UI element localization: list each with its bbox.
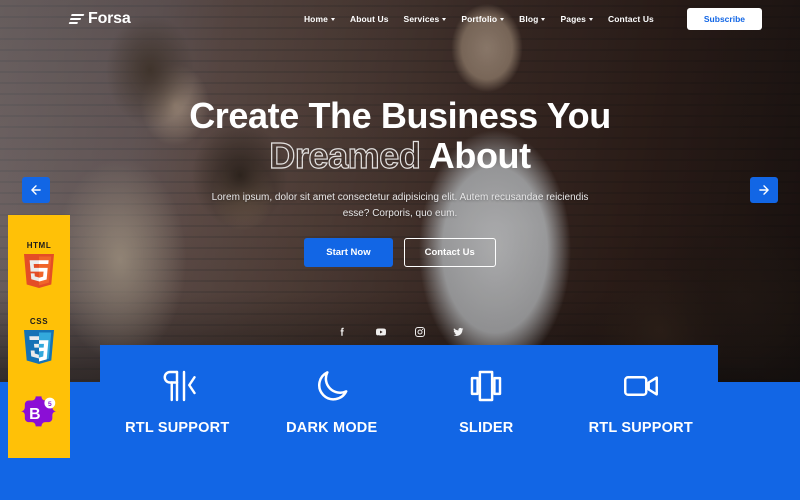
arrow-left-icon bbox=[31, 185, 41, 195]
hero-subtitle: Lorem ipsum, dolor sit amet consectetur … bbox=[211, 192, 589, 219]
brand-logo[interactable]: Forsa bbox=[68, 10, 131, 28]
hero-headline-outlined-word: Dreamed bbox=[269, 134, 422, 176]
svg-text:B: B bbox=[29, 405, 40, 422]
nav-item-pages[interactable]: Pages bbox=[560, 14, 594, 24]
nav-item-contact-us[interactable]: Contact Us bbox=[608, 14, 654, 24]
chevron-down-icon bbox=[541, 17, 546, 21]
nav-item-services-label: Services bbox=[403, 14, 440, 24]
nav-item-blog[interactable]: Blog bbox=[519, 14, 546, 24]
css3-logo bbox=[23, 329, 55, 364]
twitter-icon[interactable] bbox=[452, 325, 465, 343]
css3-caption: CSS bbox=[29, 316, 49, 326]
feature-label: RTL SUPPORT bbox=[588, 420, 693, 436]
stacked-bars-icon bbox=[68, 14, 85, 24]
youtube-icon[interactable] bbox=[374, 325, 388, 343]
bootstrap5-logo: B 5 bbox=[20, 395, 57, 426]
nav-item-services[interactable]: Services bbox=[404, 14, 447, 24]
html5-caption: HTML bbox=[26, 240, 52, 250]
feature-rtl-support-1[interactable]: RTL SUPPORT bbox=[102, 363, 252, 436]
nav-item-blog-label: Blog bbox=[519, 14, 539, 24]
feature-label: SLIDER bbox=[459, 420, 514, 436]
subscribe-button[interactable]: Subscribe bbox=[686, 8, 762, 30]
chevron-down-icon bbox=[330, 17, 335, 21]
feature-panel: RTL SUPPORT DARK MODE SLIDER RTL SUPPORT bbox=[100, 345, 718, 500]
svg-text:5: 5 bbox=[48, 400, 52, 407]
nav-item-pages-label: Pages bbox=[560, 14, 587, 24]
hero-headline-line1: Create The Business You bbox=[189, 95, 611, 136]
hero-content: Create The Business You Dreamed About Lo… bbox=[0, 95, 800, 267]
paragraph-rtl-icon bbox=[156, 363, 198, 409]
html5-logo bbox=[23, 253, 55, 288]
brand-name: Forsa bbox=[88, 10, 131, 27]
moon-icon bbox=[312, 363, 352, 409]
hero-headline-solid-word: About bbox=[420, 135, 531, 176]
slider-next-button[interactable] bbox=[750, 177, 778, 203]
video-camera-icon bbox=[620, 363, 662, 409]
chevron-down-icon bbox=[442, 17, 447, 21]
nav-item-about-us[interactable]: About Us bbox=[350, 14, 389, 24]
hero-headline-line2: Dreamed About bbox=[0, 134, 800, 177]
social-links bbox=[0, 325, 800, 343]
hero-contact-us-button[interactable]: Contact Us bbox=[403, 238, 496, 267]
bootstrap5-badge[interactable]: B 5 bbox=[19, 393, 59, 433]
start-now-button[interactable]: Start Now bbox=[304, 238, 393, 267]
feature-label: DARK MODE bbox=[286, 420, 378, 436]
feature-label: RTL SUPPORT bbox=[125, 420, 230, 436]
feature-slider[interactable]: SLIDER bbox=[411, 363, 561, 436]
tech-stack-panel: HTML CSS B 5 bbox=[8, 215, 70, 458]
nav-menu: Home About Us Services Portfolio Blog Pa… bbox=[304, 8, 800, 30]
nav-item-home[interactable]: Home bbox=[304, 14, 335, 24]
nav-item-home-label: Home bbox=[303, 14, 328, 24]
chevron-down-icon bbox=[500, 17, 505, 21]
nav-item-portfolio-label: Portfolio bbox=[461, 14, 498, 24]
arrow-right-icon bbox=[759, 185, 769, 195]
instagram-icon[interactable] bbox=[414, 325, 426, 343]
chevron-down-icon bbox=[589, 17, 594, 21]
hero-button-group: Start Now Contact Us bbox=[0, 238, 800, 267]
nav-item-contact-us-label: Contact Us bbox=[608, 14, 654, 24]
nav-item-about-us-label: About Us bbox=[349, 14, 389, 24]
feature-rtl-support-2[interactable]: RTL SUPPORT bbox=[566, 363, 716, 436]
css3-badge[interactable]: CSS bbox=[22, 317, 56, 366]
carousel-icon bbox=[465, 363, 507, 409]
feature-dark-mode[interactable]: DARK MODE bbox=[257, 363, 407, 436]
nav-item-portfolio[interactable]: Portfolio bbox=[461, 14, 505, 24]
slider-prev-button[interactable] bbox=[22, 177, 50, 203]
facebook-icon[interactable] bbox=[336, 325, 348, 343]
navbar: Forsa Home About Us Services Portfolio B… bbox=[0, 0, 800, 38]
html5-badge[interactable]: HTML bbox=[22, 241, 56, 290]
